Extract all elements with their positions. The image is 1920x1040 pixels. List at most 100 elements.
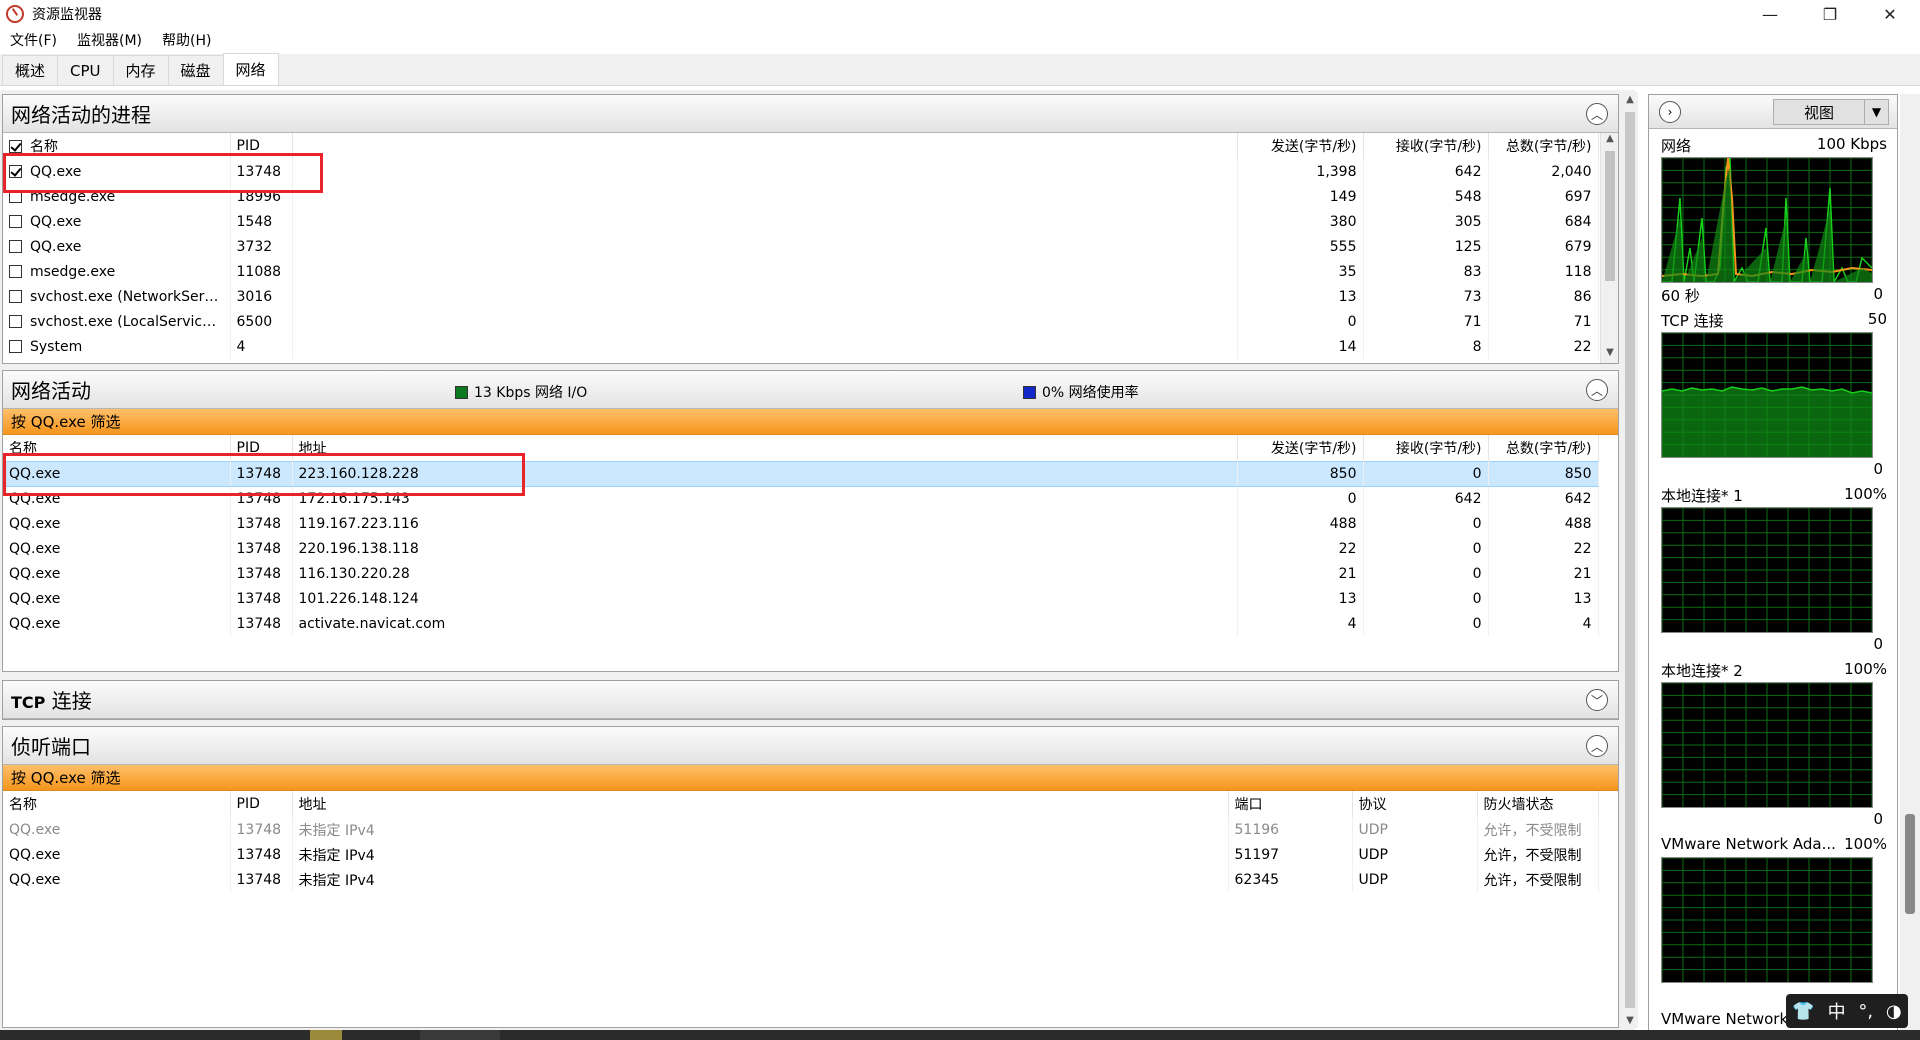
toggle-graphs-button[interactable]: › xyxy=(1659,101,1681,123)
process-name-cell[interactable]: svchost.exe (NetworkService... xyxy=(3,284,231,309)
process-checkbox[interactable] xyxy=(9,314,22,328)
process-name-cell[interactable]: QQ.exe xyxy=(3,159,231,184)
collapse-activity-button[interactable]: ︿ xyxy=(1586,379,1608,401)
process-checkbox[interactable] xyxy=(9,264,22,278)
column-header-name[interactable]: 名称 xyxy=(3,435,231,461)
tab-network[interactable]: 网络 xyxy=(222,53,279,85)
restore-button[interactable]: ❐ xyxy=(1800,0,1860,28)
activity-row[interactable]: QQ.exe 13748 223.160.128.228 850 0 850 xyxy=(3,460,1599,487)
processes-panel-header[interactable]: 网络活动的进程 ︿ xyxy=(3,95,1618,133)
process-name: QQ.exe xyxy=(30,213,82,230)
process-row[interactable]: QQ.exe 13748 1,398 642 2,040 xyxy=(3,159,1599,184)
collapse-processes-button[interactable]: ︿ xyxy=(1586,103,1608,125)
scrollbar-thumb[interactable] xyxy=(1605,151,1615,281)
main-scrollbar[interactable]: ▲ ▼ xyxy=(1622,92,1638,1028)
network-activity-header[interactable]: 网络活动 13 Kbps 网络 I/O 0% 网络使用率 ︿ xyxy=(3,371,1618,409)
activity-row[interactable]: QQ.exe 13748 activate.navicat.com 4 0 4 xyxy=(3,611,1599,636)
listening-filter-bar[interactable]: 按 QQ.exe 筛选 xyxy=(3,765,1618,791)
column-header-total[interactable]: 总数(字节/秒) xyxy=(1488,435,1599,461)
process-name-cell[interactable]: msedge.exe xyxy=(3,184,231,209)
column-header-pid[interactable]: PID xyxy=(230,133,293,159)
process-row[interactable]: msedge.exe 18996 149 548 697 xyxy=(3,184,1599,209)
tab-cpu[interactable]: CPU xyxy=(57,55,114,85)
column-header-port[interactable]: 端口 xyxy=(1228,791,1353,817)
listening-ports-header[interactable]: 侦听端口 ︿ xyxy=(3,727,1618,765)
process-checkbox[interactable] xyxy=(9,289,22,303)
tab-overview[interactable]: 概述 xyxy=(2,55,59,85)
tab-memory[interactable]: 内存 xyxy=(112,55,169,85)
view-dropdown[interactable]: 视图 ▼ xyxy=(1773,99,1889,125)
menu-monitor[interactable]: 监视器(M) xyxy=(67,30,152,50)
activity-row[interactable]: QQ.exe 13748 101.226.148.124 13 0 13 xyxy=(3,586,1599,611)
activity-recv: 0 xyxy=(1363,511,1489,536)
graphs-scrollbar[interactable] xyxy=(1900,94,1920,1040)
minimize-button[interactable]: — xyxy=(1740,0,1800,28)
process-pid: 3016 xyxy=(230,284,293,309)
taskbar-item[interactable] xyxy=(420,1030,500,1040)
tcp-connections-header[interactable]: TCP 连接 ﹀ xyxy=(3,681,1618,719)
column-header-address[interactable]: 地址 xyxy=(292,791,1229,817)
process-row[interactable]: QQ.exe 3732 555 125 679 xyxy=(3,234,1599,259)
select-all-checkbox[interactable] xyxy=(9,140,22,153)
process-checkbox[interactable] xyxy=(9,339,22,353)
column-header-send[interactable]: 发送(字节/秒) xyxy=(1237,435,1364,461)
process-checkbox[interactable] xyxy=(9,189,22,203)
activity-row[interactable]: QQ.exe 13748 220.196.138.118 22 0 22 xyxy=(3,536,1599,561)
scrollbar-thumb[interactable] xyxy=(1625,112,1635,1008)
moon-icon[interactable]: ◑ xyxy=(1886,1001,1902,1022)
column-header-recv[interactable]: 接收(字节/秒) xyxy=(1363,435,1489,461)
scroll-up-icon[interactable]: ▲ xyxy=(1622,94,1638,105)
process-row[interactable]: QQ.exe 1548 380 305 684 xyxy=(3,209,1599,234)
process-name-cell[interactable]: QQ.exe xyxy=(3,209,231,234)
punctuation-icon[interactable]: °, xyxy=(1858,1001,1873,1022)
collapse-listening-button[interactable]: ︿ xyxy=(1586,735,1608,757)
column-header-recv[interactable]: 接收(字节/秒) xyxy=(1363,133,1489,159)
process-row[interactable]: System 4 14 8 22 xyxy=(3,334,1599,359)
process-total: 71 xyxy=(1488,309,1599,334)
column-header-send[interactable]: 发送(字节/秒) xyxy=(1237,133,1364,159)
activity-name: QQ.exe xyxy=(3,460,231,487)
process-row[interactable]: svchost.exe (NetworkService... 3016 13 73 86 xyxy=(3,284,1599,309)
shirt-icon[interactable]: 👕 xyxy=(1792,1001,1814,1022)
column-header-pid[interactable]: PID xyxy=(230,791,293,817)
listening-row[interactable]: QQ.exe 13748 未指定 IPv4 51197 UDP 允许，不受限制 xyxy=(3,842,1599,867)
activity-row[interactable]: QQ.exe 13748 119.167.223.116 488 0 488 xyxy=(3,511,1599,536)
menu-file[interactable]: 文件(F) xyxy=(0,30,67,50)
activity-filter-bar[interactable]: 按 QQ.exe 筛选 xyxy=(3,409,1618,435)
process-checkbox[interactable] xyxy=(9,164,22,178)
menu-help[interactable]: 帮助(H) xyxy=(152,30,221,50)
scroll-down-icon[interactable]: ▼ xyxy=(1601,347,1619,363)
process-name-cell[interactable]: System xyxy=(3,334,231,359)
graph-canvas xyxy=(1661,157,1873,285)
activity-row[interactable]: QQ.exe 13748 172.16.175.143 0 642 642 xyxy=(3,486,1599,511)
process-row[interactable]: msedge.exe 11088 35 83 118 xyxy=(3,259,1599,284)
process-checkbox[interactable] xyxy=(9,239,22,253)
processes-scrollbar[interactable]: ▲ ▼ xyxy=(1600,133,1618,363)
column-header-firewall[interactable]: 防火墙状态 xyxy=(1477,791,1599,817)
column-header-address[interactable]: 地址 xyxy=(292,435,1238,461)
process-name-cell[interactable]: QQ.exe xyxy=(3,234,231,259)
scroll-down-icon[interactable]: ▼ xyxy=(1622,1015,1638,1026)
expand-tcp-button[interactable]: ﹀ xyxy=(1586,689,1608,711)
taskbar-item[interactable] xyxy=(310,1030,342,1040)
listening-row[interactable]: QQ.exe 13748 未指定 IPv4 51196 UDP 允许，不受限制 xyxy=(3,817,1599,842)
process-name-cell[interactable]: svchost.exe (LocalServiceAn... xyxy=(3,309,231,334)
column-header-pid[interactable]: PID xyxy=(230,435,293,461)
ime-toolbar[interactable]: 👕 中 °, ◑ xyxy=(1786,994,1908,1028)
process-name-cell[interactable]: msedge.exe xyxy=(3,259,231,284)
close-button[interactable]: ✕ xyxy=(1860,0,1920,28)
activity-row[interactable]: QQ.exe 13748 116.130.220.28 21 0 21 xyxy=(3,561,1599,586)
ime-language[interactable]: 中 xyxy=(1828,998,1846,1024)
legend-network-io: 13 Kbps 网络 I/O xyxy=(455,382,587,402)
listening-row[interactable]: QQ.exe 13748 未指定 IPv4 62345 UDP 允许，不受限制 xyxy=(3,867,1599,892)
scrollbar-thumb[interactable] xyxy=(1905,814,1915,914)
process-checkbox[interactable] xyxy=(9,214,22,228)
scroll-up-icon[interactable]: ▲ xyxy=(1601,133,1619,149)
column-header-name[interactable]: 名称 xyxy=(3,133,231,159)
column-header-name[interactable]: 名称 xyxy=(3,791,231,817)
column-header-protocol[interactable]: 协议 xyxy=(1352,791,1478,817)
column-header-total[interactable]: 总数(字节/秒) xyxy=(1488,133,1599,159)
tab-disk[interactable]: 磁盘 xyxy=(167,55,224,85)
process-row[interactable]: svchost.exe (LocalServiceAn... 6500 0 71 71 xyxy=(3,309,1599,334)
activity-address: activate.navicat.com xyxy=(292,611,1238,636)
